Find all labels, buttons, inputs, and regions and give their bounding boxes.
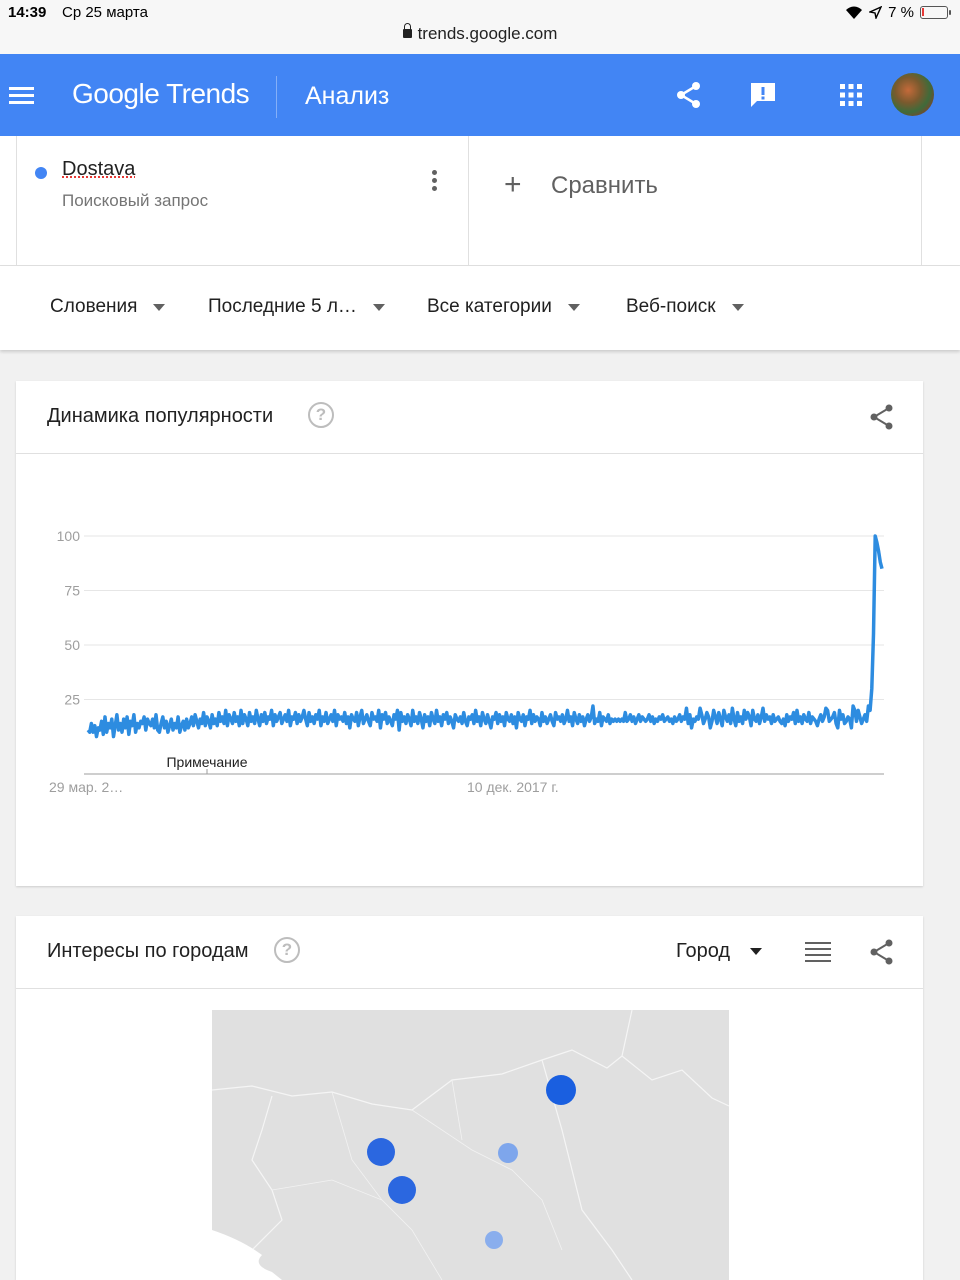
page-title: Анализ: [305, 82, 390, 110]
city-marker[interactable]: [388, 1176, 416, 1204]
y-tick-label: 25: [64, 692, 80, 708]
logo-trends: Trends: [166, 78, 250, 109]
battery-icon: [920, 6, 951, 19]
filter-time-range[interactable]: Последние 5 л…: [208, 296, 385, 318]
y-tick-label: 50: [64, 637, 80, 653]
term-color-dot: [35, 167, 47, 179]
lock-icon: [402, 23, 412, 38]
status-bar: 14:39 Ср 25 марта 7 % trends.google.com: [0, 0, 960, 54]
dropdown-arrow-icon: [372, 303, 385, 311]
city-marker[interactable]: [546, 1075, 576, 1105]
filter-search-type-label: Веб-поиск: [626, 296, 716, 317]
resolution-label: Город: [676, 940, 731, 962]
trend-line-chart[interactable]: 100 75 50 25 Примечание 29 мар. 2… 10 дек. 201…: [16, 455, 923, 875]
feedback-icon[interactable]: [748, 80, 778, 110]
wifi-icon: [846, 6, 863, 19]
more-vert-icon[interactable]: [429, 170, 439, 194]
city-marker[interactable]: [485, 1231, 503, 1249]
resolution-dropdown[interactable]: Город: [676, 940, 763, 963]
location-arrow-icon: [869, 6, 883, 19]
share-icon[interactable]: [868, 938, 896, 966]
region-map[interactable]: [212, 1010, 729, 1280]
note-label: Примечание: [166, 754, 247, 770]
status-time: 14:39: [8, 4, 47, 21]
x-tick-label: 10 дек. 2017 г.: [467, 779, 559, 795]
dropdown-arrow-icon: [750, 948, 763, 955]
status-indicators: 7 %: [845, 4, 951, 21]
interest-over-time-card: Динамика популярности ? 100 75 50 25 Примеча…: [16, 381, 923, 886]
x-tick-label: 29 мар. 2…: [49, 779, 123, 795]
search-term-bar: Dostava Поисковый запрос + Сравнить: [0, 136, 960, 266]
coast: [212, 1230, 282, 1280]
card-header: Интересы по городам ? Город: [16, 916, 923, 989]
compare-button[interactable]: + Сравнить: [470, 136, 922, 266]
y-tick-label: 100: [57, 528, 81, 544]
city-marker[interactable]: [367, 1138, 395, 1166]
appbar-divider: [276, 76, 277, 118]
map-canvas: [212, 1010, 729, 1280]
dropdown-arrow-icon: [153, 303, 166, 311]
list-view-icon[interactable]: [805, 942, 831, 962]
filter-time-label: Последние 5 л…: [208, 296, 357, 317]
url-bar[interactable]: trends.google.com: [0, 23, 960, 44]
dropdown-arrow-icon: [731, 303, 744, 311]
avatar[interactable]: [891, 73, 934, 116]
term-name[interactable]: Dostava: [62, 158, 135, 181]
filter-region[interactable]: Словения: [50, 296, 166, 318]
filter-bar: Словения Последние 5 л… Все категории Ве…: [0, 266, 960, 350]
card-title: Интересы по городам: [47, 940, 249, 962]
search-term-card[interactable]: Dostava Поисковый запрос: [16, 136, 469, 266]
interest-by-city-card: Интересы по городам ? Город: [16, 916, 923, 1280]
help-icon[interactable]: ?: [274, 937, 300, 963]
y-tick-label: 75: [64, 583, 80, 599]
help-icon[interactable]: ?: [308, 402, 334, 428]
logo-google: Google: [72, 78, 160, 109]
status-date: Ср 25 марта: [62, 4, 148, 21]
url-text: trends.google.com: [417, 24, 558, 43]
menu-icon[interactable]: [9, 87, 34, 105]
series-line-dostava: [86, 534, 884, 739]
dropdown-arrow-icon: [567, 303, 580, 311]
compare-label: Сравнить: [551, 172, 658, 199]
country-border: [212, 1010, 729, 1280]
filter-region-label: Словения: [50, 296, 138, 317]
apps-grid-icon[interactable]: [836, 80, 866, 110]
region-border: [271, 1079, 563, 1280]
city-marker[interactable]: [498, 1143, 518, 1163]
share-icon[interactable]: [674, 80, 704, 110]
card-title: Динамика популярности: [47, 405, 274, 427]
filter-category-label: Все категории: [427, 296, 552, 317]
share-icon[interactable]: [868, 403, 896, 431]
card-header: Динамика популярности ?: [16, 381, 923, 454]
google-trends-logo[interactable]: Google Trends: [72, 78, 250, 110]
filter-search-type[interactable]: Веб-поиск: [626, 296, 744, 318]
filter-category[interactable]: Все категории: [427, 296, 580, 318]
plus-icon: +: [504, 168, 522, 201]
app-bar: Google Trends Анализ: [0, 54, 960, 136]
term-type: Поисковый запрос: [62, 191, 209, 210]
battery-percent: 7 %: [888, 4, 914, 21]
